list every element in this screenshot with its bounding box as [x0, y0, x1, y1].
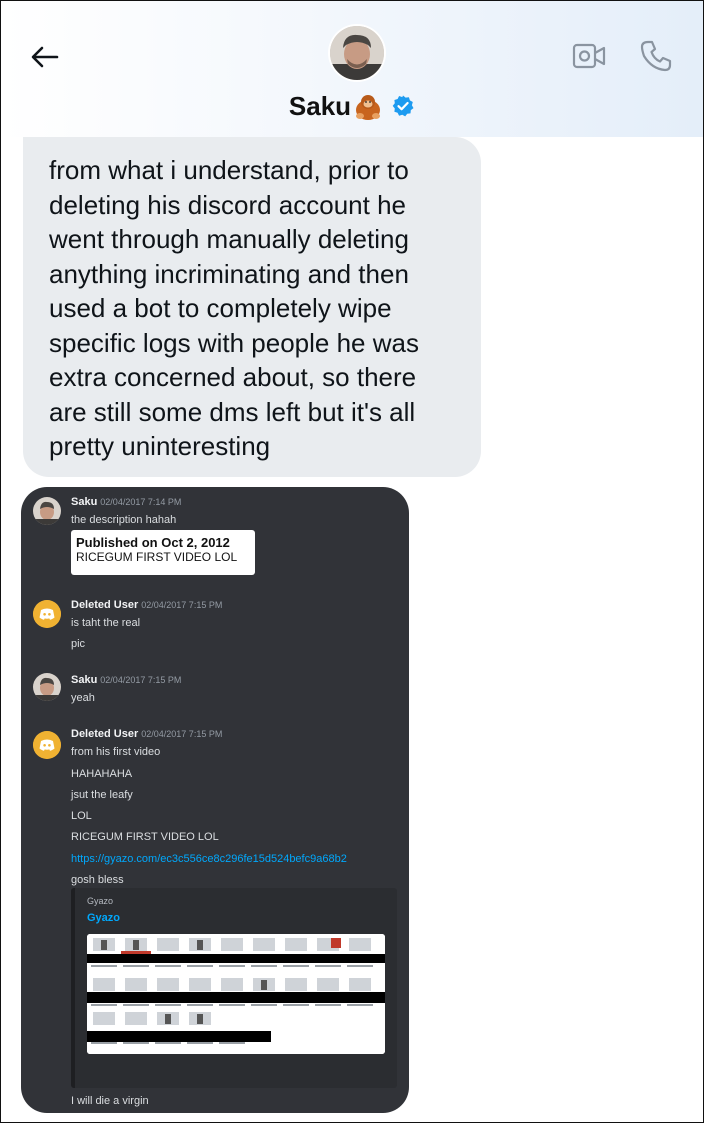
discord-screenshot-image[interactable]: Saku 02/04/2017 7:14 PM the description h… — [21, 487, 409, 1113]
message-line: deleting his discord account he — [49, 189, 407, 220]
message-text: pic — [71, 638, 86, 650]
orangutan-emoji-icon — [356, 95, 381, 121]
embedded-screenshot[interactable]: Published on Oct 2, 2012 RICEGUM FIRST V… — [71, 530, 255, 575]
message-text: is taht the real — [71, 617, 141, 629]
saku-avatar — [33, 673, 61, 701]
video-call-icon[interactable] — [572, 41, 608, 71]
deleted-user-avatar — [33, 731, 61, 759]
message-text: the description hahah — [71, 514, 177, 526]
contact-name: Saku — [288, 90, 352, 121]
message-text: gosh bless — [71, 874, 124, 886]
message-line: used a bot to completely wipe — [49, 293, 392, 323]
message-header: Saku 02/04/2017 7:14 PM — [71, 496, 181, 508]
message-header: Saku 02/04/2017 7:15 PM — [71, 674, 181, 686]
author-name[interactable]: Deleted User — [71, 728, 138, 740]
link-embed[interactable]: Gyazo Gyazo — [71, 888, 397, 1088]
message-header: Deleted User 02/04/2017 7:15 PM — [71, 599, 222, 611]
avatar[interactable] — [330, 26, 384, 80]
discord-logo-icon — [33, 600, 61, 628]
back-arrow-icon[interactable] — [29, 41, 61, 73]
timestamp: 02/04/2017 7:15 PM — [100, 675, 182, 685]
message-line: pretty uninteresting — [49, 431, 271, 461]
message-text: RICEGUM FIRST VIDEO LOL — [71, 831, 219, 843]
discord-logo-icon — [33, 731, 61, 759]
contact-name-row: Saku — [1, 89, 703, 122]
embed-published-date: Published on Oct 2, 2012 — [76, 535, 230, 550]
gyazo-link[interactable]: https://gyazo.com/ec3c556ce8c296fe15d524… — [71, 853, 347, 865]
author-name[interactable]: Saku — [71, 674, 97, 686]
message-bubble[interactable]: from what i understand, prior to deletin… — [23, 137, 481, 477]
author-name[interactable]: Saku — [71, 496, 97, 508]
timestamp: 02/04/2017 7:15 PM — [141, 729, 223, 739]
message-line: are still some dms left but it's all — [49, 396, 416, 427]
embed-provider: Gyazo — [87, 896, 114, 906]
author-name[interactable]: Deleted User — [71, 599, 138, 611]
message-line: extra concerned about, so there — [49, 362, 417, 392]
saku-avatar — [33, 497, 61, 525]
message-text: LOL — [71, 810, 92, 822]
timestamp: 02/04/2017 7:14 PM — [100, 497, 182, 507]
saku-avatar-photo — [33, 673, 61, 701]
timestamp: 02/04/2017 7:15 PM — [141, 600, 223, 610]
message-text: yeah — [71, 692, 95, 704]
app-frame: Saku from what i understand, prior to de… — [0, 0, 704, 1123]
message-text: jsut the leafy — [71, 789, 133, 801]
message-line: anything incriminating and then — [49, 258, 409, 289]
thumbnail-grid-image — [87, 934, 385, 1054]
embed-thumbnail[interactable] — [87, 934, 385, 1054]
message-line: went through manually deleting — [49, 224, 409, 254]
message-text: HAHAHAHA — [71, 768, 133, 780]
phone-call-icon[interactable] — [639, 39, 673, 73]
deleted-user-avatar — [33, 600, 61, 628]
conversation-header: Saku — [1, 1, 703, 137]
verified-badge-icon — [392, 95, 414, 117]
message-header: Deleted User 02/04/2017 7:15 PM — [71, 728, 222, 740]
message-line: specific logs with people he was — [49, 327, 419, 358]
message-text: I will die a virgin — [71, 1095, 149, 1107]
embed-video-title: RICEGUM FIRST VIDEO LOL — [76, 550, 238, 564]
message-line: from what i understand, prior to — [49, 155, 409, 185]
message-text: from his first video — [71, 746, 161, 758]
saku-avatar-photo — [33, 497, 61, 525]
embed-title[interactable]: Gyazo — [87, 912, 120, 924]
avatar-photo — [330, 26, 384, 80]
